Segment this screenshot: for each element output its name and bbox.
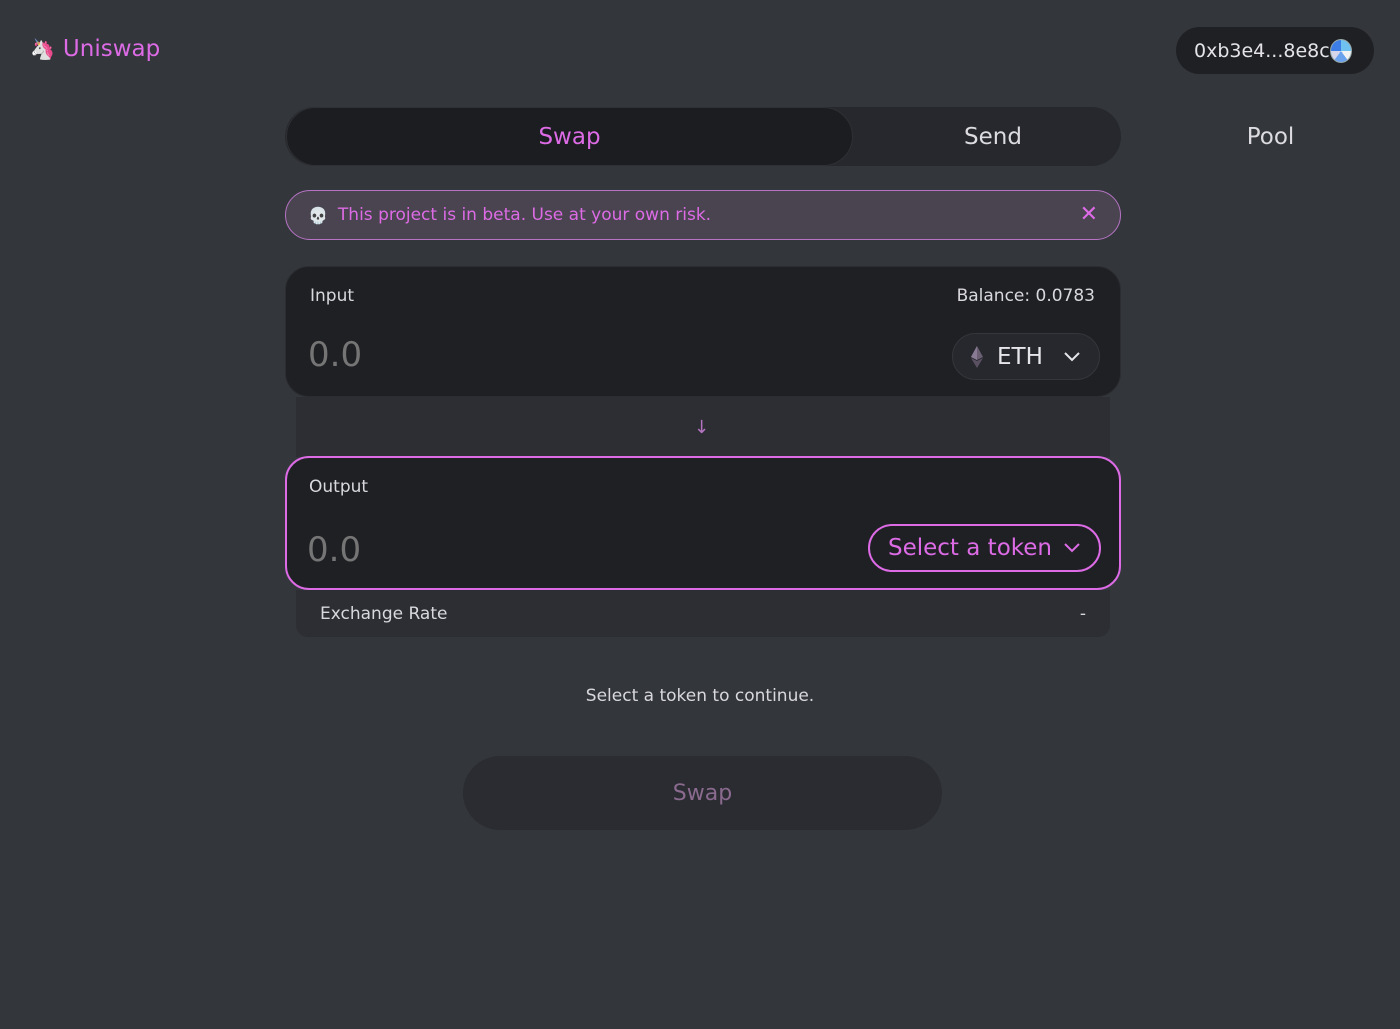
nav-tabs: Swap Send Pool — [285, 107, 1294, 166]
output-label: Output — [309, 477, 369, 497]
input-label: Input — [310, 286, 355, 306]
input-token-label: ETH — [997, 343, 1043, 370]
input-token-select[interactable]: ETH — [952, 333, 1100, 380]
chevron-down-icon — [1064, 543, 1080, 553]
arrow-down-icon[interactable]: ↓ — [694, 417, 709, 438]
exchange-rate-value: - — [1079, 603, 1086, 624]
unicorn-icon: 🦄 — [30, 37, 55, 61]
input-amount-field[interactable] — [308, 335, 708, 375]
output-panel: Output Select a token — [285, 456, 1121, 590]
input-panel: Input Balance: 0.0783 ETH — [285, 266, 1121, 397]
header: 🦄 Uniswap 0xb3e4...8e8c — [0, 0, 1400, 100]
logo-text: Uniswap — [62, 36, 161, 62]
tab-send[interactable]: Send — [853, 107, 1133, 166]
exchange-rate-row: Exchange Rate - — [296, 590, 1110, 637]
wallet-address: 0xb3e4...8e8c — [1194, 39, 1330, 62]
skull-icon: 💀 — [308, 205, 328, 225]
swap-button[interactable]: Swap — [463, 756, 942, 830]
beta-banner-text: This project is in beta. Use at your own… — [337, 205, 712, 225]
select-token-button[interactable]: Select a token — [868, 524, 1101, 572]
close-icon[interactable]: ✕ — [1080, 203, 1098, 227]
balance-text: Balance: 0.0783 — [956, 286, 1095, 306]
status-hint: Select a token to continue. — [585, 686, 815, 706]
wallet-button[interactable]: 0xb3e4...8e8c — [1176, 27, 1374, 74]
output-amount-field[interactable] — [307, 530, 707, 570]
beta-banner: 💀 This project is in beta. Use at your o… — [285, 190, 1121, 240]
tab-swap[interactable]: Swap — [286, 107, 853, 166]
swap-direction-strip: ↓ — [296, 397, 1110, 457]
exchange-rate-label: Exchange Rate — [320, 603, 448, 624]
ethereum-icon — [971, 345, 983, 368]
chevron-down-icon — [1064, 351, 1080, 361]
select-token-label: Select a token — [888, 535, 1052, 561]
tab-pool[interactable]: Pool — [1133, 107, 1400, 166]
wallet-avatar-icon — [1329, 38, 1352, 63]
logo[interactable]: 🦄 Uniswap — [30, 36, 160, 62]
